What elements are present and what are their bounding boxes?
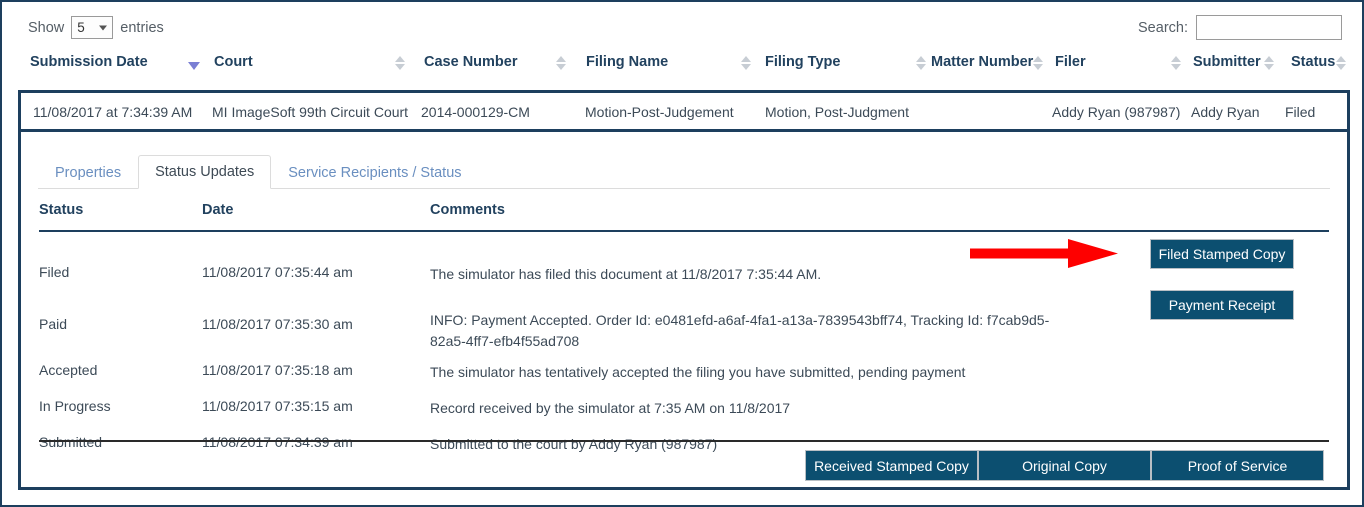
column-header-status[interactable]: Status	[1291, 54, 1346, 84]
footer-divider	[39, 440, 1329, 442]
table-toolbar: Show 5 entries Search:	[2, 2, 1362, 48]
status-updates-table: Status Date Comments Filed 11/08/2017 07…	[39, 202, 1329, 452]
status-cell: Accepted	[39, 362, 98, 378]
status-cell: Paid	[39, 316, 68, 332]
chevron-down-icon	[99, 25, 108, 30]
date-cell: 11/08/2017 07:35:44 am	[202, 264, 353, 280]
column-header-filing-name[interactable]: Filing Name	[586, 54, 751, 84]
tab-properties[interactable]: Properties	[38, 156, 138, 189]
comment-cell: The simulator has tentatively accepted t…	[430, 364, 966, 380]
cell-filing-type: Motion, Post-Judgment	[765, 104, 909, 120]
original-copy-button[interactable]: Original Copy	[978, 450, 1151, 481]
column-header-label: Submission Date	[30, 54, 148, 70]
page-length-value: 5	[77, 20, 85, 35]
comments-column-header: Comments	[430, 202, 505, 218]
column-header-submitter[interactable]: Submitter	[1193, 54, 1274, 84]
column-header-court[interactable]: Court	[214, 54, 405, 84]
column-header-filing-type[interactable]: Filing Type	[765, 54, 926, 84]
date-cell: 11/08/2017 07:34:39 am	[202, 434, 353, 450]
comment-cell: The simulator has filed this document at…	[430, 266, 822, 282]
column-header-filer[interactable]: Filer	[1055, 54, 1181, 84]
status-column-header: Status	[39, 202, 84, 218]
date-cell: 11/08/2017 07:35:18 am	[202, 362, 353, 378]
sort-both-icon[interactable]	[1264, 55, 1274, 71]
cell-submitter: Addy Ryan	[1191, 104, 1260, 120]
column-header-label: Filing Name	[586, 54, 669, 70]
cell-case-number: 2014-000129-CM	[421, 104, 530, 120]
search-input[interactable]	[1196, 15, 1342, 40]
sort-both-icon[interactable]	[1171, 55, 1181, 71]
table-column-headers: Submission Date Court Case Number Filing…	[2, 54, 1362, 90]
status-cell: Submitted	[39, 434, 103, 450]
received-stamped-copy-button[interactable]: Received Stamped Copy	[805, 450, 978, 481]
comment-cell: INFO: Payment Accepted. Order Id: e0481e…	[430, 312, 1050, 349]
cell-filing-name: Motion-Post-Judgement	[585, 104, 734, 120]
entries-label: entries	[120, 19, 164, 36]
cell-court: MI ImageSoft 99th Circuit Court	[212, 104, 409, 120]
cell-submission-date: 11/08/2017 at 7:34:39 AM	[33, 104, 193, 120]
column-header-label: Status	[1291, 54, 1336, 70]
comment-cell: Record received by the simulator at 7:35…	[430, 400, 791, 416]
status-cell: In Progress	[39, 398, 111, 414]
show-entries-control: Show 5 entries	[28, 16, 164, 39]
column-header-label: Matter Number	[931, 54, 1034, 70]
column-header-matter-number[interactable]: Matter Number	[931, 54, 1043, 84]
sort-both-icon[interactable]	[1033, 55, 1043, 71]
tab-service-recipients[interactable]: Service Recipients / Status	[271, 156, 478, 189]
search-control: Search:	[1138, 15, 1342, 40]
sort-both-icon[interactable]	[556, 55, 566, 71]
column-header-case-number[interactable]: Case Number	[424, 54, 566, 84]
sort-descending-icon[interactable]	[188, 62, 200, 70]
row-detail-panel: Properties Status Updates Service Recipi…	[18, 129, 1350, 490]
column-header-label: Case Number	[424, 54, 518, 70]
payment-receipt-button[interactable]: Payment Receipt	[1150, 290, 1294, 320]
detail-tabs: Properties Status Updates Service Recipi…	[38, 154, 1330, 189]
filing-status-page: Show 5 entries Search: Submission Date C…	[0, 0, 1364, 507]
date-column-header: Date	[202, 202, 234, 218]
page-length-select[interactable]: 5	[71, 16, 114, 39]
filed-stamped-copy-button[interactable]: Filed Stamped Copy	[1150, 239, 1294, 269]
sort-both-icon[interactable]	[1336, 55, 1346, 71]
column-header-label: Filing Type	[765, 54, 841, 70]
sort-both-icon[interactable]	[916, 55, 926, 71]
date-cell: 11/08/2017 07:35:30 am	[202, 316, 353, 332]
date-cell: 11/08/2017 07:35:15 am	[202, 398, 353, 414]
column-header-label: Submitter	[1193, 54, 1261, 70]
status-table-header: Status Date Comments	[39, 202, 1329, 232]
proof-of-service-button[interactable]: Proof of Service	[1151, 450, 1324, 481]
table-row-selected[interactable]: 11/08/2017 at 7:34:39 AM MI ImageSoft 99…	[18, 90, 1350, 129]
tab-status-updates[interactable]: Status Updates	[138, 155, 272, 189]
show-label: Show	[28, 19, 65, 36]
column-header-label: Court	[214, 54, 253, 70]
column-header-submission-date[interactable]: Submission Date	[30, 54, 200, 84]
cell-status: Filed	[1285, 104, 1316, 120]
cell-filer: Addy Ryan (987987)	[1052, 104, 1181, 120]
status-cell: Filed	[39, 264, 70, 280]
search-label: Search:	[1138, 19, 1188, 36]
column-header-label: Filer	[1055, 54, 1086, 70]
sort-both-icon[interactable]	[395, 55, 405, 71]
sort-both-icon[interactable]	[741, 55, 751, 71]
footer-button-group: Received Stamped Copy Original Copy Proo…	[805, 450, 1324, 481]
